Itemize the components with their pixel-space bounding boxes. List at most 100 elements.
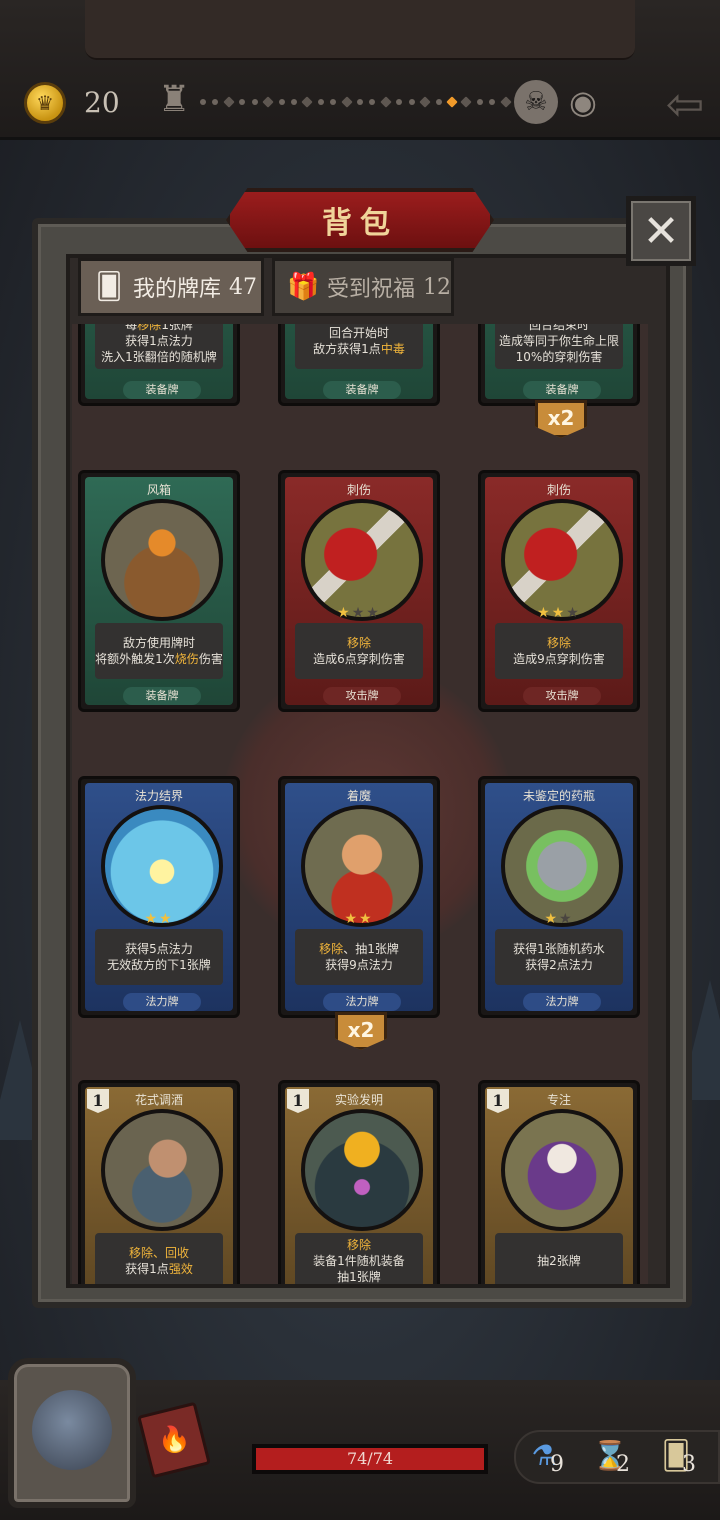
card-stars: ★★★ <box>537 605 581 621</box>
modal-title-banner: 背包 <box>226 188 494 252</box>
map-node <box>369 99 376 105</box>
map-node <box>419 96 431 108</box>
close-button[interactable]: ✕ <box>626 196 696 266</box>
tab-my-deck[interactable]: 🂠 我的牌库 47 <box>78 258 264 316</box>
card-stars: ★★★ <box>337 605 381 621</box>
card-mana-barrier[interactable]: 法力结界 ★★ 获得5点法力 无效敌方的下1张牌 法力牌 <box>78 776 240 1018</box>
modal-title: 背包 <box>322 206 398 241</box>
card-unidentified-potion[interactable]: 未鉴定的药瓶 ★★ 获得1张随机药水 获得2点法力 法力牌 <box>478 776 640 1018</box>
card-description: 获得5点法力 无效敌方的下1张牌 <box>95 929 223 985</box>
card-name: 着魔 <box>346 789 371 803</box>
hero-avatar <box>32 1390 112 1470</box>
card-type-label: 装备牌 <box>123 687 201 705</box>
card-stars: ★★ <box>544 911 574 927</box>
card-possessed[interactable]: 着魔 ★★ 移除、抽1张牌 获得9点法力 法力牌 <box>278 776 440 1018</box>
map-node <box>330 99 337 105</box>
card-type-label: 法力牌 <box>523 993 601 1011</box>
hp-text: 74/74 <box>346 1449 394 1468</box>
card-multiplier-badge: x2 <box>335 1012 387 1050</box>
card-fancy-cocktail[interactable]: 1 花式调酒 移除、回收 获得1点强效 <box>78 1080 240 1284</box>
card-equip[interactable]: 回合开始时 敌方获得1点中毒 装备牌 <box>278 324 440 406</box>
card-type-label: 攻击牌 <box>323 687 401 705</box>
hourglass-count: 2 <box>616 1452 630 1477</box>
eye-icon[interactable]: ◉ <box>562 84 604 120</box>
card-art <box>101 805 223 927</box>
map-node <box>290 99 297 105</box>
card-name: 风箱 <box>146 483 171 497</box>
card-equip[interactable]: 回合结束时 造成等同于你生命上限 10%的穿刺伤害 装备牌 <box>478 324 640 406</box>
tab-count: 47 <box>229 274 258 300</box>
card-art <box>301 499 423 621</box>
map-node <box>489 99 496 105</box>
map-node <box>239 99 246 105</box>
gift-icon: 🎁 <box>287 272 320 302</box>
card-stab[interactable]: 刺伤 ★★★ 移除 造成6点穿刺伤害 攻击牌 <box>278 470 440 712</box>
map-node <box>357 99 364 105</box>
back-arrow-icon[interactable]: ⇦ <box>660 81 710 127</box>
tab-label: 受到祝福 <box>327 277 416 302</box>
card-art <box>501 499 623 621</box>
card-name: 专注 <box>546 1093 571 1107</box>
map-progress-track <box>200 96 512 108</box>
map-node <box>408 99 415 105</box>
card-description: 每移除1张牌 获得1点法力 洗入1张翻倍的随机牌 <box>95 324 223 369</box>
card-type-label: 装备牌 <box>323 381 401 399</box>
map-node <box>476 99 483 105</box>
card-name: 实验发明 <box>334 1093 383 1107</box>
hp-bar: 74/74 <box>252 1444 488 1474</box>
card-name: 花式调酒 <box>134 1093 183 1107</box>
card-equip[interactable]: 每移除1张牌 获得1点法力 洗入1张翻倍的随机牌 装备牌 <box>78 324 240 406</box>
card-multiplier-badge: x2 <box>535 400 587 438</box>
map-node <box>460 96 473 108</box>
tab-label: 我的牌库 <box>133 277 222 302</box>
game-screen: ♛ 20 ♜ ☠ ◉ ⇦ 背包 ✕ 🂠 我的牌库 47 🎁 受到祝福 12 每移… <box>0 0 720 1520</box>
map-node <box>500 96 512 108</box>
card-type-label: 法力牌 <box>123 993 201 1011</box>
cards-icon: 🂠 <box>95 272 123 302</box>
castle-icon: ♜ <box>158 79 191 120</box>
close-icon: ✕ <box>642 205 680 257</box>
card-name: 法力结界 <box>134 789 183 803</box>
card-type-label: 装备牌 <box>523 381 601 399</box>
card-type-label: 装备牌 <box>123 381 201 399</box>
top-notch <box>85 0 635 60</box>
map-node <box>446 96 458 108</box>
modal-tabs: 🂠 我的牌库 47 🎁 受到祝福 12 <box>76 258 466 318</box>
map-node <box>396 99 403 105</box>
card-stars: ★★ <box>144 911 174 927</box>
map-node <box>317 99 324 105</box>
map-node <box>340 96 353 108</box>
card-description: 移除 造成9点穿刺伤害 <box>495 623 623 679</box>
card-stars: ★★ <box>344 911 374 927</box>
map-node <box>200 99 206 105</box>
map-node <box>435 99 442 105</box>
tab-blessings[interactable]: 🎁 受到祝福 12 <box>272 258 454 316</box>
potion-count: 9 <box>550 1452 564 1477</box>
map-node <box>278 99 285 105</box>
boss-icon[interactable]: ☠ <box>514 80 558 124</box>
card-art <box>501 1109 623 1231</box>
map-node <box>262 96 274 108</box>
card-stab[interactable]: 刺伤 ★★★ 移除 造成9点穿刺伤害 攻击牌 <box>478 470 640 712</box>
card-art <box>501 805 623 927</box>
card-name: 刺伤 <box>546 483 571 497</box>
map-node <box>380 96 392 108</box>
card-description: 敌方使用牌时 将额外触发1次烧伤伤害 <box>95 623 223 679</box>
card-description: 移除 造成6点穿刺伤害 <box>295 623 423 679</box>
card-description: 回合结束时 造成等同于你生命上限 10%的穿刺伤害 <box>495 324 623 369</box>
card-type-label: 攻击牌 <box>523 687 601 705</box>
card-art <box>301 1109 423 1231</box>
map-node <box>251 99 258 105</box>
map-node <box>212 99 219 105</box>
card-art <box>301 805 423 927</box>
card-focus[interactable]: 1 专注 抽2张牌 <box>478 1080 640 1284</box>
card-experimental-invention[interactable]: 1 实验发明 移除 装备1件随机装备 抽1张牌 <box>278 1080 440 1284</box>
deck-grid[interactable]: 每移除1张牌 获得1点法力 洗入1张翻倍的随机牌 装备牌 回合开始时 敌方获得1… <box>72 324 648 1284</box>
cards-count: 3 <box>682 1452 696 1477</box>
card-name: 未鉴定的药瓶 <box>522 789 595 803</box>
tab-count: 12 <box>423 274 451 300</box>
hero-portrait[interactable] <box>8 1358 136 1508</box>
card-description: 抽2张牌 <box>495 1233 623 1284</box>
card-description: 移除、抽1张牌 获得9点法力 <box>295 929 423 985</box>
card-bellows[interactable]: 风箱 敌方使用牌时 将额外触发1次烧伤伤害 装备牌 <box>78 470 240 712</box>
